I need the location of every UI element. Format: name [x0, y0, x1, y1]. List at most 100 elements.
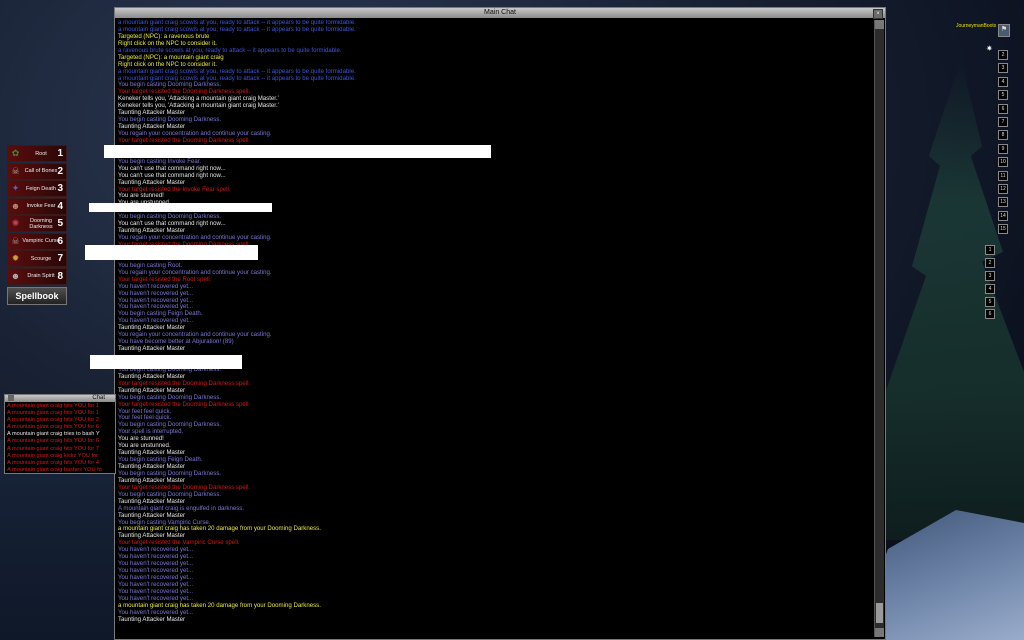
chat-line: You can't use that command right now... [118, 220, 226, 228]
chat-line: You haven't recovered yet... [118, 560, 194, 568]
hotbar-slot[interactable]: 4 [985, 283, 995, 294]
chat-line: You haven't recovered yet... [118, 317, 194, 325]
chat-line: Taunting Attacker Master [118, 449, 186, 457]
chat-line: You haven't recovered yet... [118, 587, 194, 595]
hotbar-slot[interactable]: 6 [998, 103, 1008, 114]
redaction-bar [90, 355, 242, 369]
hotbar-slot[interactable]: 10 [998, 157, 1008, 168]
hotbar-slot[interactable]: 2 [998, 50, 1008, 60]
chat-line: Your target resisted the Dooming Darknes… [118, 483, 251, 491]
spell-slot[interactable]: ✹ Scourge 7 [7, 250, 67, 267]
chat-line: Taunting Attacker Master [118, 463, 186, 470]
spell-hotkey-number: 5 [57, 218, 63, 229]
chat-line: You haven't recovered yet... [118, 580, 194, 588]
chat-line: You regain your concentration and contin… [118, 268, 272, 276]
main-chat-log[interactable]: a mountain giant craig scowls at you, re… [117, 20, 873, 637]
chat-line: a ravenous brute scowls at you, ready to… [118, 46, 342, 54]
hotbar-slot[interactable]: 5 [985, 296, 995, 307]
redaction-bar [89, 203, 272, 212]
hotbar-slot[interactable]: 12 [998, 183, 1008, 194]
spell-name: Drain Spirit [27, 273, 55, 279]
hotbar-slot[interactable]: 8 [998, 130, 1008, 141]
chat-line: A mountain giant craig hits YOU for 2 [7, 417, 99, 424]
chat-line: Your feet feel quick. [118, 407, 172, 415]
chat-line: You begin casting Invoke Fear. [118, 157, 202, 165]
chat-line: You are stunned! [118, 192, 164, 200]
chat-line: Taunting Attacker Master [118, 615, 186, 623]
main-chat-window[interactable]: Main Chat × a mountain giant craig scowl… [114, 7, 886, 640]
chat-line: You haven't recovered yet... [118, 546, 194, 554]
chat-line: a mountain giant craig has taken 20 dama… [118, 601, 321, 609]
spell-name: Call of Bones [24, 168, 58, 174]
scroll-thumb[interactable] [876, 603, 883, 623]
chat-line: a mountain giant craig scowls at you, re… [118, 74, 356, 82]
small-chat-log[interactable]: A mountain giant craig hits YOU for 1A m… [5, 402, 115, 475]
spell-slot[interactable]: ☻ Invoke Fear 4 [7, 197, 67, 215]
boots-icon[interactable]: ⚑ [998, 24, 1010, 37]
main-chat-titlebar[interactable]: Main Chat × [115, 8, 885, 19]
hotbar-slot[interactable]: 5 [998, 90, 1008, 101]
hotbar-slot[interactable]: 6 [985, 309, 995, 320]
feign-death-icon: ✦ [11, 183, 20, 193]
small-chat-window[interactable]: Chat A mountain giant craig hits YOU for… [4, 394, 116, 474]
spell-slot[interactable]: ✦ Feign Death 3 [7, 180, 67, 197]
hotbar-slot[interactable]: 3 [998, 63, 1008, 74]
chat-line: You can't use that command right now... [118, 164, 226, 172]
spell-name: Invoke Fear [26, 203, 56, 209]
chat-line: Your target resisted the Dooming Darknes… [118, 136, 251, 144]
chat-line: Taunting Attacker Master [118, 109, 186, 117]
spell-slot[interactable]: ☻ Drain Spirit 8 [7, 267, 67, 285]
chat-line: You begin casting Dooming Darkness. [118, 213, 222, 221]
scroll-up-arrow-icon[interactable] [875, 20, 884, 29]
chat-line: A mountain giant craig hits YOU for 4 [7, 459, 99, 466]
chat-line: You haven't recovered yet... [118, 567, 194, 575]
chat-line: You have become better at Abjuration! (8… [118, 338, 234, 346]
chat-line: A mountain giant craig kicks YOU for [7, 452, 98, 459]
chat-line: A mountain giant craig hits YOU for 6 [7, 424, 99, 431]
chat-line: Taunting Attacker Master [118, 345, 186, 353]
chat-line: A mountain giant craig is engulfed in da… [118, 504, 245, 512]
hotbar-slot[interactable]: 2 [985, 257, 995, 268]
spell-slot[interactable]: ✺ Dooming Darkness 5 [7, 215, 67, 232]
close-icon[interactable]: × [873, 9, 883, 19]
hotbar-slot[interactable]: 11 [998, 170, 1008, 181]
right-hotbar: 2 3 4 5 6 7 8 9 10 11 12 13 14 15 [998, 50, 1009, 237]
hotbar-slot[interactable]: 13 [998, 197, 1008, 208]
spell-name: Dooming Darkness [29, 217, 53, 230]
chat-line: A mountain giant craig hits YOU for 1 [7, 410, 99, 417]
hotbar-slot[interactable]: 1 [985, 245, 995, 255]
spell-slot[interactable]: ☠ Vampiric Curse 6 [7, 232, 67, 250]
hotbar-slot[interactable]: 9 [998, 143, 1008, 154]
chat-line: You begin casting Dooming Darkness. [118, 469, 222, 477]
chat-line: A mountain giant craig tries to bash Y [7, 431, 100, 438]
sparkle-icon: ✷ [986, 44, 993, 53]
spell-name: Root [35, 150, 47, 157]
hotbar-slot[interactable]: 3 [985, 270, 995, 281]
lower-hotbar: 1 2 3 4 5 6 [985, 245, 996, 322]
spellbook-button[interactable]: Spellbook [7, 286, 67, 305]
chat-line: You can't use that command right now... [118, 171, 226, 179]
hotbar-slot[interactable]: 4 [998, 76, 1008, 87]
chat-line: You begin casting Dooming Darkness. [118, 421, 222, 429]
redaction-bar [85, 245, 258, 260]
hotbar-slot[interactable]: 7 [998, 116, 1008, 127]
journey-label: JourneymanBoots [956, 23, 997, 29]
spell-hotkey-number: 8 [57, 270, 63, 282]
hotbar-slot[interactable]: 15 [998, 224, 1008, 235]
small-chat-titlebar[interactable]: Chat [5, 395, 115, 402]
chat-line: You haven't recovered yet... [118, 553, 194, 561]
spell-slot[interactable]: ☠ Call of Bones 2 [7, 162, 67, 180]
menu-icon[interactable] [8, 395, 14, 401]
spell-slot[interactable]: ✿ Root 1 [7, 145, 67, 162]
chat-line: Your feet feel quick. [118, 414, 172, 422]
chat-line: a mountain giant craig has taken 20 dama… [118, 525, 321, 533]
scroll-down-arrow-icon[interactable] [875, 628, 884, 637]
fear-icon: ☻ [10, 200, 21, 211]
chat-line: A mountain giant craig hits YOU for 7 [7, 445, 99, 452]
hotbar-slot[interactable]: 14 [998, 210, 1008, 221]
vampiric-icon: ☠ [11, 235, 20, 246]
chat-line: You begin casting Dooming Darkness. [118, 116, 222, 124]
chat-line: You are stunned! [118, 435, 164, 443]
main-chat-scrollbar[interactable] [874, 20, 884, 637]
chat-line: You haven't recovered yet... [118, 282, 194, 290]
